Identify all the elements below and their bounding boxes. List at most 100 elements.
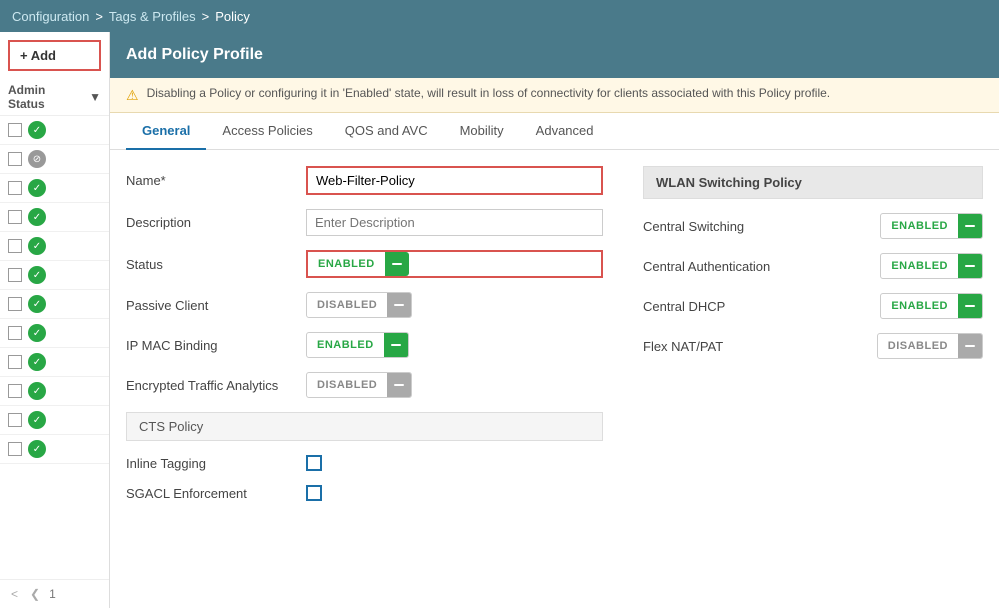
ipmac-status-label: ENABLED xyxy=(307,335,384,355)
central-dhcp-label: Central DHCP xyxy=(643,299,725,314)
flex-nat-toggle-button[interactable] xyxy=(958,334,982,358)
panel-title-text: Add Policy Profile xyxy=(126,46,263,64)
panel-title: Add Policy Profile xyxy=(110,32,999,78)
form-area: Name* Description Status ENABLED xyxy=(110,150,999,608)
row-checkbox[interactable] xyxy=(8,442,22,456)
sidebar-header: Admin Status ▼ xyxy=(0,79,109,116)
status-badge-green: ✓ xyxy=(28,353,46,371)
tab-mobility[interactable]: Mobility xyxy=(444,113,520,150)
list-item[interactable]: ✓ xyxy=(0,261,109,290)
breadcrumb-tags[interactable]: Tags & Profiles xyxy=(109,9,196,24)
list-item[interactable]: ✓ xyxy=(0,348,109,377)
sgacl-checkbox[interactable] xyxy=(306,485,322,501)
row-checkbox[interactable] xyxy=(8,152,22,166)
description-label: Description xyxy=(126,215,306,230)
admin-status-label: Admin Status xyxy=(8,83,85,111)
passive-toggle-button[interactable] xyxy=(387,293,411,317)
central-auth-toggle[interactable]: ENABLED xyxy=(880,253,983,279)
central-dhcp-row: Central DHCP ENABLED xyxy=(643,293,983,319)
central-auth-row: Central Authentication ENABLED xyxy=(643,253,983,279)
breadcrumb-current: Policy xyxy=(215,9,250,24)
name-label: Name* xyxy=(126,173,306,188)
inline-tagging-checkbox[interactable] xyxy=(306,455,322,471)
name-input-wrapper xyxy=(306,166,603,195)
pagination: < ❮ 1 xyxy=(0,579,109,608)
list-item[interactable]: ⊘ xyxy=(0,145,109,174)
description-input[interactable] xyxy=(306,209,603,236)
list-item[interactable]: ✓ xyxy=(0,406,109,435)
central-switching-row: Central Switching ENABLED xyxy=(643,213,983,239)
central-switching-toggle-button[interactable] xyxy=(958,214,982,238)
sidebar: + Add Admin Status ▼ ✓ ⊘ ✓ ✓ xyxy=(0,32,110,608)
form-left: Name* Description Status ENABLED xyxy=(126,166,603,592)
ipmac-toggle-button[interactable] xyxy=(384,333,408,357)
row-checkbox[interactable] xyxy=(8,181,22,195)
status-badge-green: ✓ xyxy=(28,295,46,313)
inline-tagging-label: Inline Tagging xyxy=(126,456,306,471)
prev-page-button[interactable]: < xyxy=(8,586,21,602)
flex-nat-status-label: DISABLED xyxy=(878,336,958,356)
list-item[interactable]: ✓ xyxy=(0,290,109,319)
breadcrumb-sep1: > xyxy=(95,9,103,24)
list-item[interactable]: ✓ xyxy=(0,435,109,464)
list-item[interactable]: ✓ xyxy=(0,319,109,348)
list-item[interactable]: ✓ xyxy=(0,174,109,203)
row-checkbox[interactable] xyxy=(8,210,22,224)
central-dhcp-toggle[interactable]: ENABLED xyxy=(880,293,983,319)
central-switching-status-label: ENABLED xyxy=(881,216,958,236)
tab-access-policies[interactable]: Access Policies xyxy=(206,113,328,150)
eta-toggle-button[interactable] xyxy=(387,373,411,397)
list-item[interactable]: ✓ xyxy=(0,377,109,406)
alert-text: Disabling a Policy or configuring it in … xyxy=(147,86,831,100)
ipmac-row: IP MAC Binding ENABLED xyxy=(126,332,603,358)
wlan-header: WLAN Switching Policy xyxy=(643,166,983,199)
prev-button[interactable]: ❮ xyxy=(27,586,43,602)
status-toggle-button[interactable] xyxy=(385,252,409,276)
central-auth-label: Central Authentication xyxy=(643,259,770,274)
central-auth-status-label: ENABLED xyxy=(881,256,958,276)
passive-toggle[interactable]: DISABLED xyxy=(306,292,412,318)
cts-section-header: CTS Policy xyxy=(126,412,603,441)
ipmac-toggle[interactable]: ENABLED xyxy=(306,332,409,358)
row-checkbox[interactable] xyxy=(8,268,22,282)
status-enabled-label: ENABLED xyxy=(308,254,385,274)
status-toggle[interactable]: ENABLED xyxy=(308,252,409,276)
add-button[interactable]: + Add xyxy=(8,40,101,71)
list-item[interactable]: ✓ xyxy=(0,116,109,145)
row-checkbox[interactable] xyxy=(8,297,22,311)
central-auth-toggle-button[interactable] xyxy=(958,254,982,278)
passive-client-row: Passive Client DISABLED xyxy=(126,292,603,318)
breadcrumb-sep2: > xyxy=(202,9,210,24)
status-badge-green: ✓ xyxy=(28,382,46,400)
status-badge-green: ✓ xyxy=(28,266,46,284)
tab-general[interactable]: General xyxy=(126,113,206,150)
row-checkbox[interactable] xyxy=(8,239,22,253)
row-checkbox[interactable] xyxy=(8,384,22,398)
tab-qos-avc[interactable]: QOS and AVC xyxy=(329,113,444,150)
status-badge-green: ✓ xyxy=(28,324,46,342)
eta-status-label: DISABLED xyxy=(307,375,387,395)
row-checkbox[interactable] xyxy=(8,326,22,340)
eta-toggle[interactable]: DISABLED xyxy=(306,372,412,398)
tab-advanced[interactable]: Advanced xyxy=(520,113,610,150)
row-checkbox[interactable] xyxy=(8,413,22,427)
eta-row: Encrypted Traffic Analytics DISABLED xyxy=(126,372,603,398)
eta-label: Encrypted Traffic Analytics xyxy=(126,378,306,393)
status-row: Status ENABLED xyxy=(126,250,603,278)
flex-nat-toggle[interactable]: DISABLED xyxy=(877,333,983,359)
central-switching-toggle[interactable]: ENABLED xyxy=(880,213,983,239)
row-checkbox[interactable] xyxy=(8,355,22,369)
flex-nat-label: Flex NAT/PAT xyxy=(643,339,723,354)
name-input[interactable] xyxy=(308,168,601,193)
list-item[interactable]: ✓ xyxy=(0,203,109,232)
sgacl-row: SGACL Enforcement xyxy=(126,485,603,501)
row-checkbox[interactable] xyxy=(8,123,22,137)
breadcrumb-config[interactable]: Configuration xyxy=(12,9,89,24)
sgacl-label: SGACL Enforcement xyxy=(126,486,306,501)
central-dhcp-toggle-button[interactable] xyxy=(958,294,982,318)
warning-icon: ⚠ xyxy=(126,87,139,104)
filter-icon[interactable]: ▼ xyxy=(89,90,101,104)
list-item[interactable]: ✓ xyxy=(0,232,109,261)
sidebar-rows: ✓ ⊘ ✓ ✓ ✓ ✓ ✓ xyxy=(0,116,109,579)
form-right: WLAN Switching Policy Central Switching … xyxy=(643,166,983,592)
